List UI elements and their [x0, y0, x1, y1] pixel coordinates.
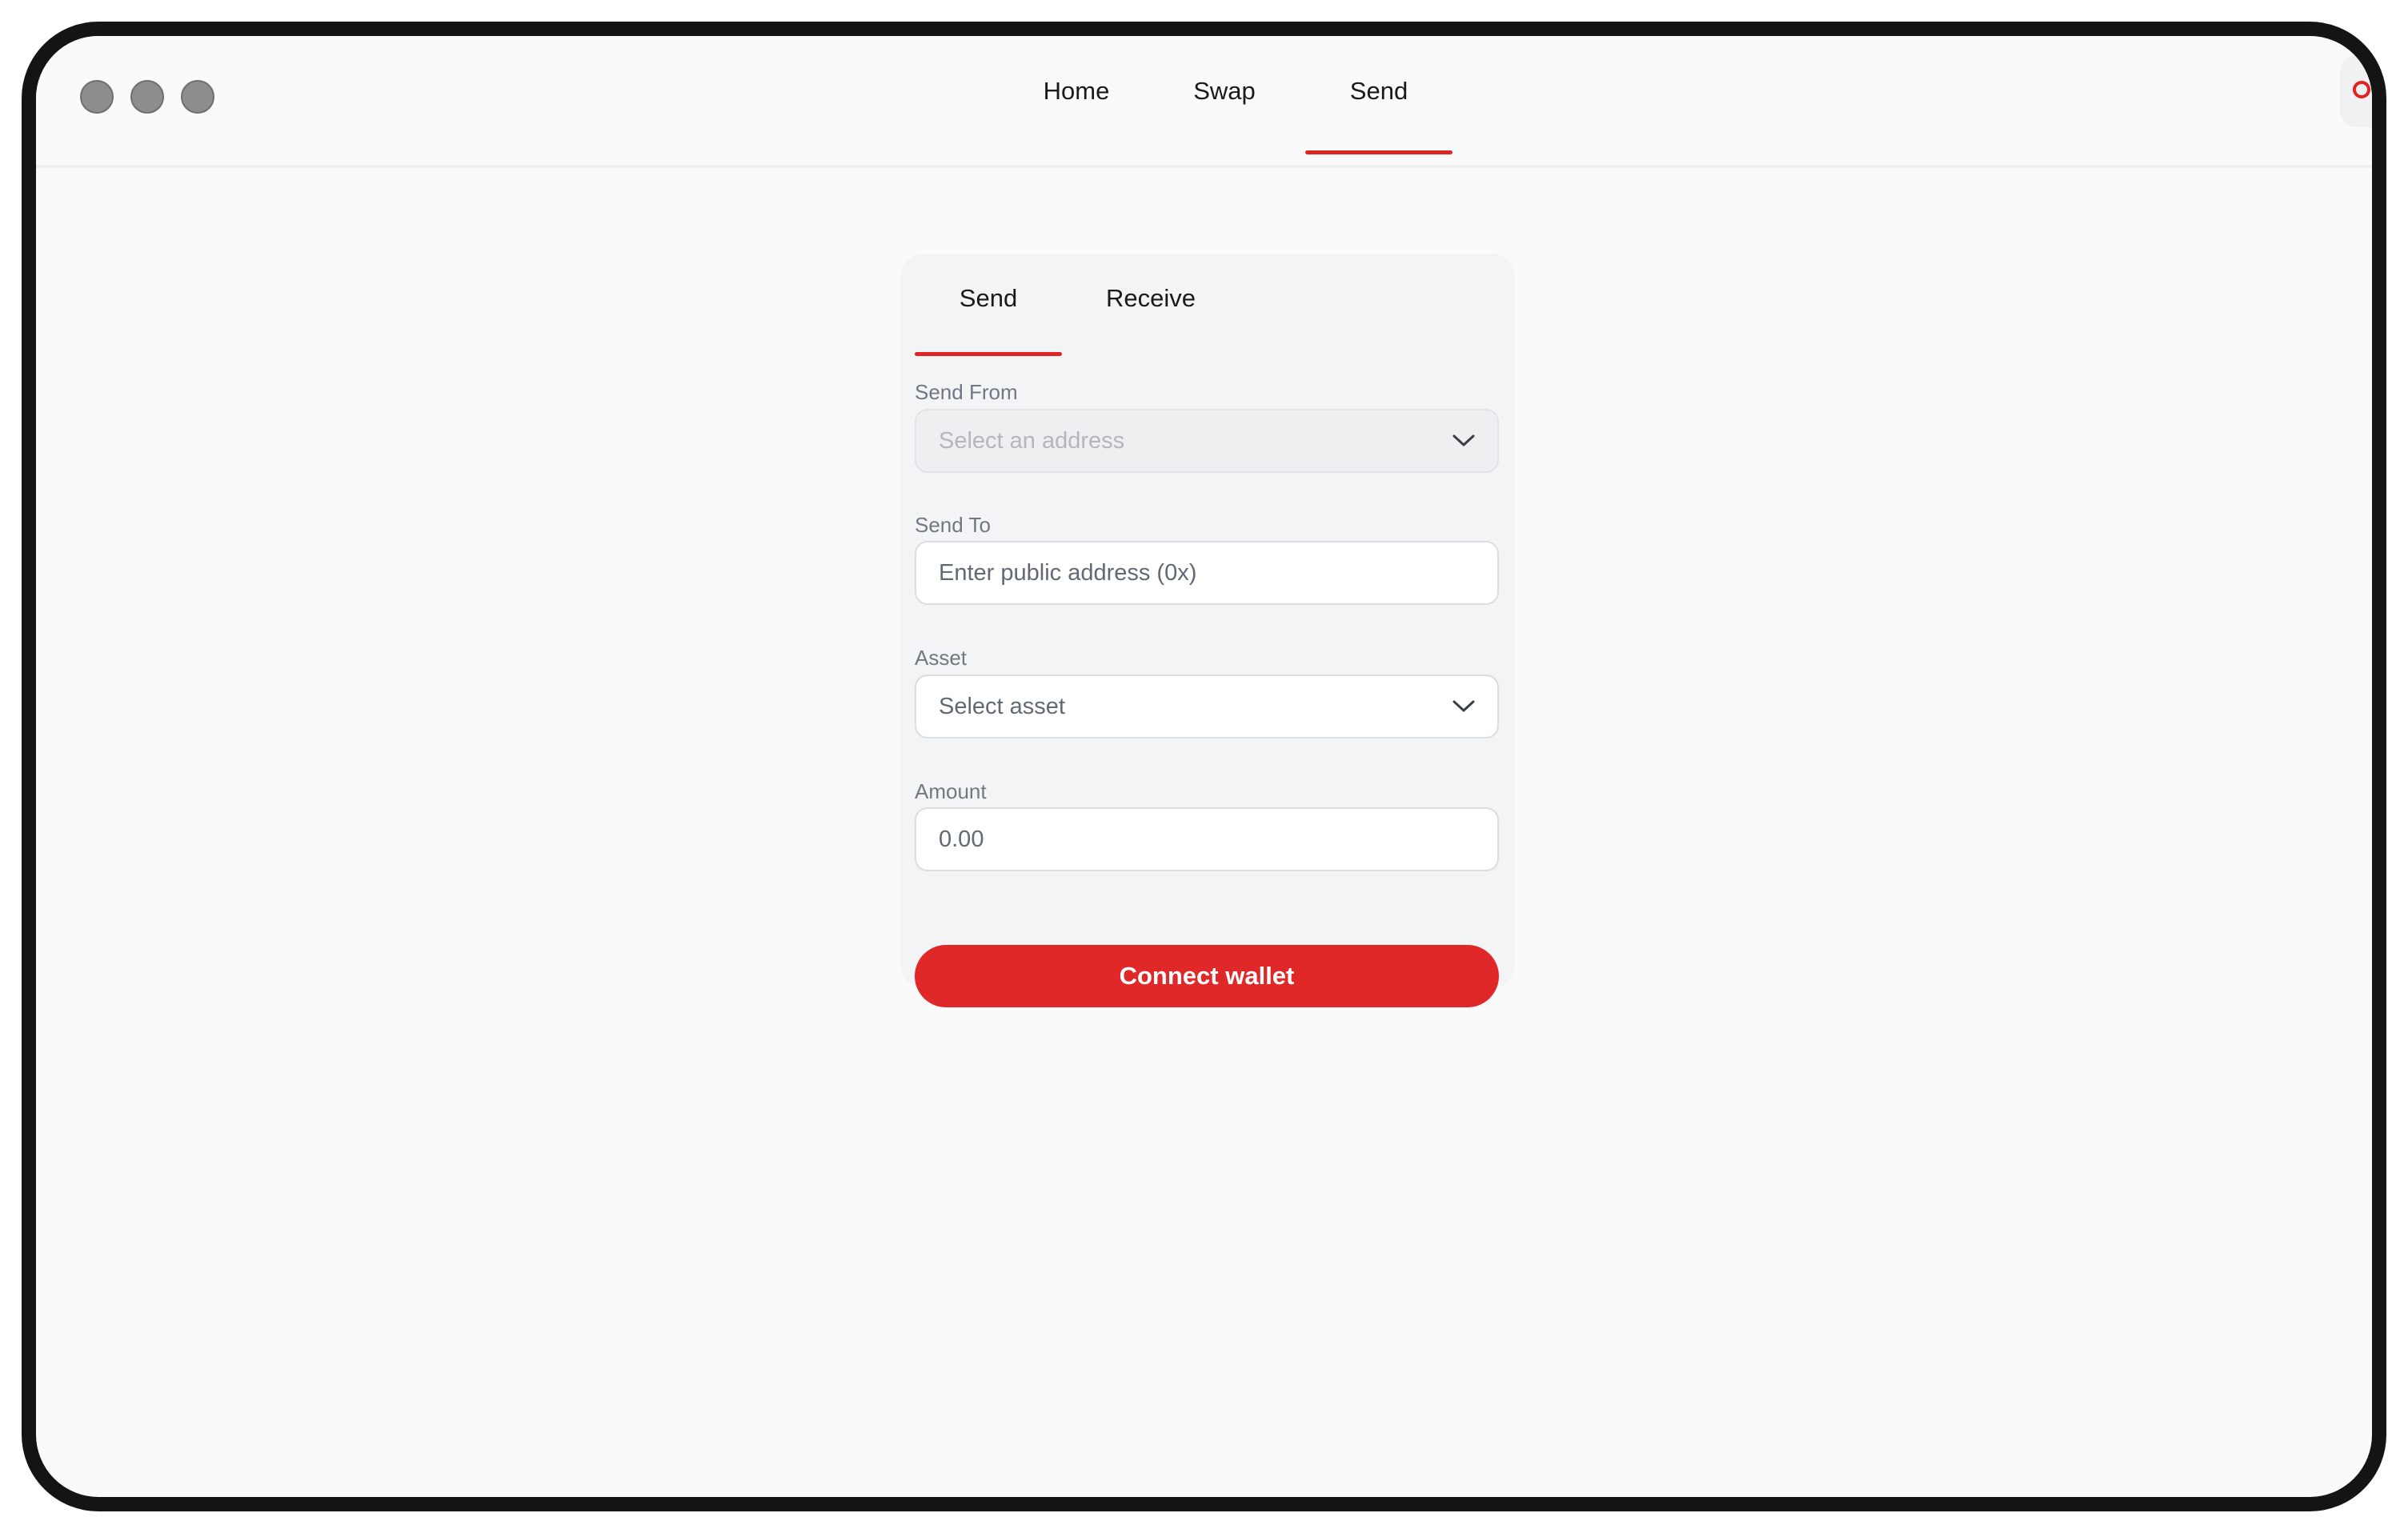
window-maximize-button[interactable]	[181, 80, 214, 114]
top-navigation-bar: Home Swap Send	[36, 36, 2372, 168]
nav-home[interactable]: Home	[1004, 36, 1148, 165]
amount-placeholder: 0.00	[939, 826, 984, 852]
chevron-down-icon	[1451, 433, 1476, 449]
nav-swap[interactable]: Swap	[1148, 36, 1300, 165]
chevron-down-icon	[1451, 698, 1476, 714]
asset-label: Asset	[915, 646, 968, 670]
send-from-select: Select an address	[915, 409, 1499, 473]
asset-select[interactable]: Select asset	[915, 674, 1499, 738]
window-close-button[interactable]	[80, 80, 114, 114]
app-window: Home Swap Send Send Receive Send From Se…	[22, 22, 2386, 1511]
account-button[interactable]	[2340, 55, 2372, 127]
send-to-label: Send To	[915, 513, 991, 537]
window-controls	[80, 80, 214, 114]
main-nav: Home Swap Send	[1004, 36, 1452, 165]
nav-send[interactable]: Send	[1305, 36, 1452, 165]
send-card: Send Receive Send From Select an address…	[900, 254, 1515, 1007]
send-receive-tabs: Send Receive	[915, 254, 1240, 356]
account-icon	[2353, 81, 2370, 98]
tab-send[interactable]: Send	[915, 254, 1062, 356]
amount-label: Amount	[915, 779, 987, 803]
send-to-placeholder: Enter public address (0x)	[939, 559, 1197, 586]
send-from-placeholder: Select an address	[939, 427, 1125, 454]
window-minimize-button[interactable]	[130, 80, 164, 114]
amount-input[interactable]: 0.00	[915, 807, 1499, 871]
send-from-label: Send From	[915, 380, 1018, 404]
tab-receive[interactable]: Receive	[1062, 254, 1240, 356]
asset-placeholder: Select asset	[939, 693, 1065, 719]
send-to-input[interactable]: Enter public address (0x)	[915, 541, 1499, 605]
connect-wallet-button[interactable]: Connect wallet	[915, 945, 1499, 1007]
